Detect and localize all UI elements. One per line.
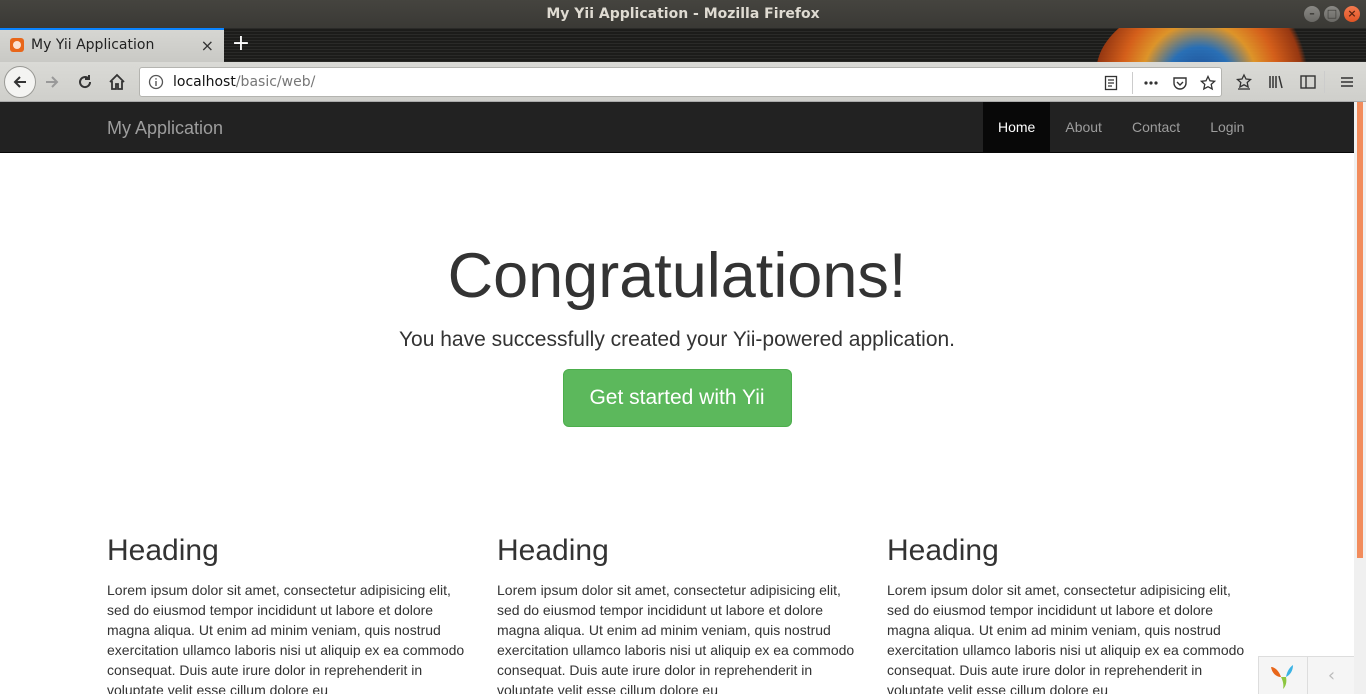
site-info-icon[interactable] (148, 74, 164, 90)
page-scrollbar[interactable] (1354, 102, 1366, 694)
library-button[interactable] (1264, 70, 1288, 94)
yii-debug-toolbar[interactable]: ‹ (1258, 656, 1354, 694)
bookmark-star-button[interactable] (1198, 73, 1218, 93)
yii-favicon-icon (10, 38, 24, 52)
forward-arrow-icon (46, 76, 59, 88)
maximize-icon: □ (1326, 7, 1338, 20)
reload-button[interactable] (73, 70, 97, 94)
hamburger-menu-icon (1341, 77, 1353, 87)
get-started-button[interactable]: Get started with Yii (562, 369, 792, 427)
column-heading: Heading (497, 534, 609, 567)
toolbar-separator (1324, 71, 1325, 93)
column-body: Lorem ipsum dolor sit amet, consectetur … (107, 582, 465, 694)
nav-link-login[interactable]: Login (1195, 102, 1259, 152)
reader-view-icon (1104, 75, 1118, 91)
window-title: My Yii Application - Mozilla Firefox (546, 6, 820, 22)
url-text: localhost/basic/web/ (173, 74, 315, 90)
library-icon (1269, 75, 1283, 89)
open-menu-button[interactable] (1335, 70, 1359, 94)
content-column-2: Heading Lorem ipsum dolor sit amet, cons… (497, 534, 857, 694)
yii-logo-icon[interactable] (1267, 661, 1297, 691)
new-tab-plus-icon[interactable]: + (230, 31, 252, 57)
site-nav-links: Home About Contact Login (983, 102, 1259, 152)
column-heading: Heading (887, 534, 999, 567)
tab-strip: My Yii Application × + (0, 28, 1366, 62)
debug-toolbar-toggle[interactable]: ‹ (1307, 657, 1354, 694)
back-button[interactable] (4, 66, 36, 98)
minimize-icon: – (1309, 7, 1315, 20)
star-list-icon (1235, 73, 1253, 90)
nav-link-about[interactable]: About (1050, 102, 1117, 152)
site-navbar: My Application Home About Contact Login (0, 102, 1354, 153)
window-titlebar: My Yii Application - Mozilla Firefox – □… (0, 0, 1366, 28)
browser-toolbar: localhost/basic/web/ (0, 62, 1366, 102)
reader-view-button[interactable] (1101, 73, 1121, 93)
tab-my-yii-application[interactable]: My Yii Application × (0, 28, 224, 62)
scrollbar-thumb[interactable] (1357, 102, 1363, 558)
column-heading: Heading (107, 534, 219, 567)
star-icon (1200, 75, 1216, 91)
bookmarks-menu-button[interactable] (1232, 70, 1256, 94)
minimize-button[interactable]: – (1304, 6, 1320, 22)
tab-label: My Yii Application (31, 37, 155, 53)
jumbotron: Congratulations! You have successfully c… (0, 240, 1354, 427)
sidebar-icon (1300, 75, 1316, 89)
jumbotron-heading: Congratulations! (447, 241, 907, 311)
more-dots-icon (1144, 81, 1158, 85)
pocket-button[interactable] (1170, 73, 1190, 93)
home-button[interactable] (105, 70, 129, 94)
site-brand-link[interactable]: My Application (107, 118, 223, 139)
window-controls: – □ × (1304, 6, 1360, 22)
pocket-icon (1173, 77, 1187, 90)
maximize-button[interactable]: □ (1324, 6, 1340, 22)
web-page: My Application Home About Contact Login … (0, 102, 1354, 694)
firefox-theme-artwork (1096, 28, 1326, 62)
url-path: /basic/web/ (235, 74, 316, 90)
forward-button[interactable] (40, 70, 64, 94)
back-arrow-icon (13, 76, 26, 88)
content-column-1: Heading Lorem ipsum dolor sit amet, cons… (107, 534, 467, 694)
close-icon: × (1347, 7, 1357, 20)
page-actions-button[interactable] (1141, 73, 1161, 93)
urlbar-separator (1132, 72, 1133, 94)
column-body: Lorem ipsum dolor sit amet, consectetur … (497, 582, 855, 694)
reload-icon (79, 75, 92, 89)
home-icon (109, 73, 125, 90)
nav-link-contact[interactable]: Contact (1117, 102, 1195, 152)
column-body: Lorem ipsum dolor sit amet, consectetur … (887, 582, 1245, 694)
nav-link-home[interactable]: Home (983, 102, 1051, 152)
url-host: localhost (173, 74, 236, 90)
sidebar-toggle-button[interactable] (1296, 70, 1320, 94)
close-window-button[interactable]: × (1344, 6, 1360, 22)
address-bar[interactable]: localhost/basic/web/ (139, 67, 1222, 97)
jumbotron-lead: You have successfully created your Yii-p… (398, 328, 956, 351)
content-column-3: Heading Lorem ipsum dolor sit amet, cons… (887, 534, 1247, 694)
tab-close-icon[interactable]: × (201, 36, 214, 55)
